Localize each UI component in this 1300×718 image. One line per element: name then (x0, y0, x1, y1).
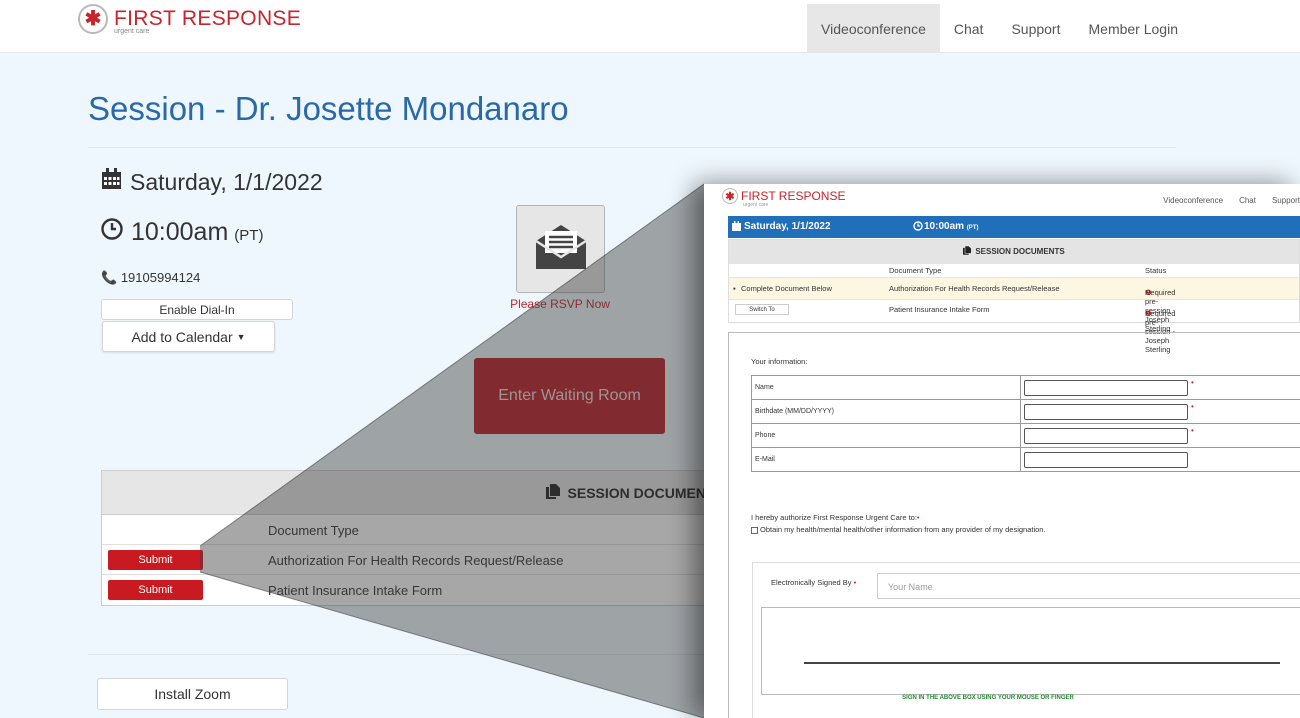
session-time: 10:00am (PT) (101, 218, 263, 247)
session-documents-title: SESSION DOCUMEN (567, 484, 706, 501)
main-nav: Videoconference Chat Support Member Logi… (807, 4, 1192, 53)
caret-down-icon: ▼ (236, 331, 246, 342)
inset-nav: Videoconference Chat Support (1147, 196, 1300, 205)
nav-videoconference[interactable]: Videoconference (807, 4, 940, 53)
inset-table-header-row: Document Type Status (729, 263, 1299, 277)
calendar-icon (732, 221, 741, 234)
name-input[interactable] (1024, 380, 1188, 396)
table-row: Submit Authorization For Health Records … (102, 545, 720, 575)
add-to-calendar-button[interactable]: Add to Calendar ▼ (102, 321, 275, 352)
signed-by-label: Electronically Signed By • (771, 578, 857, 587)
field-label: E-Mail (751, 447, 1021, 472)
required-marker: • (1191, 378, 1194, 387)
inset-nav-chat[interactable]: Chat (1239, 196, 1256, 205)
complete-document-label: Complete Document Below (741, 284, 832, 293)
brand-name: FIRST RESPONSE (114, 7, 302, 30)
inset-col-status: Status (1145, 266, 1167, 275)
email-input[interactable] (1024, 452, 1188, 468)
enter-waiting-room-button[interactable]: Enter Waiting Room (474, 358, 665, 434)
star-of-life-icon: ✱ (78, 4, 108, 34)
add-to-calendar-label: Add to Calendar (131, 328, 233, 345)
inset-time: 10:00am (PT) (924, 221, 979, 232)
dial-in-phone: 📞 19105994124 (101, 270, 200, 286)
col-document-type: Document Type (268, 523, 359, 538)
inset-nav-support[interactable]: Support (1272, 196, 1300, 205)
authorize-option: Obtain my health/mental health/other inf… (751, 525, 1046, 534)
clock-icon (101, 218, 123, 247)
calendar-icon (101, 168, 122, 196)
clock-icon (913, 221, 923, 234)
inset-session-bar: Saturday, 1/1/2022 10:00am (PT) (728, 216, 1300, 238)
document-icon (963, 246, 972, 257)
inset-nav-videoconference[interactable]: Videoconference (1163, 196, 1223, 205)
your-information-label: Your information: (751, 357, 808, 366)
document-icon (545, 483, 560, 502)
rsvp-button[interactable] (516, 205, 605, 293)
document-type-cell: Authorization For Health Records Request… (889, 284, 1060, 293)
submit-button[interactable]: Submit (108, 550, 203, 570)
field-label: Birthdate (MM/DD/YYYY) (751, 399, 1021, 424)
required-marker: • (1191, 426, 1194, 435)
signature-hint: SIGN IN THE ABOVE BOX USING YOUR MOUSE O… (902, 695, 1074, 701)
authorize-statement: I hereby authorize First Response Urgent… (751, 513, 920, 522)
table-row: Switch To Patient Insurance Intake Form … (729, 299, 1299, 354)
zoomed-form-preview: ✱ FIRST RESPONSE urgent care Videoconfer… (704, 184, 1300, 718)
required-marker: • (1191, 402, 1194, 411)
session-documents-header: SESSION DOCUMEN (102, 471, 720, 515)
signature-name-input[interactable]: Your Name (877, 573, 1300, 599)
inset-documents-table: SESSION DOCUMENTS Document Type Status ▪… (728, 239, 1300, 354)
document-type-cell: Patient Insurance Intake Form (268, 583, 443, 598)
rsvp-label[interactable]: Please RSVP Now (504, 297, 616, 311)
page-title: Session - Dr. Josette Mondanaro (88, 90, 569, 127)
nav-support[interactable]: Support (997, 4, 1074, 53)
inset-col-document-type: Document Type (889, 266, 942, 275)
phone-input[interactable] (1024, 428, 1188, 444)
submit-button[interactable]: Submit (108, 580, 203, 600)
date-text: Saturday, 1/1/2022 (130, 168, 323, 195)
signature-baseline (804, 662, 1280, 664)
session-documents-table: SESSION DOCUMEN Document Type Submit Aut… (101, 470, 721, 606)
signature-section: Electronically Signed By • Your Name SIG… (752, 562, 1300, 718)
signature-pad[interactable] (761, 607, 1300, 695)
table-row: ▪ Complete Document Below Authorization … (729, 277, 1299, 333)
phone-number: 19105994124 (120, 270, 201, 285)
inset-brand-sub: urgent care (743, 202, 769, 208)
envelope-icon (534, 223, 588, 276)
star-of-life-icon: ✱ (722, 188, 738, 204)
table-row: Submit Patient Insurance Intake Form (102, 575, 720, 605)
top-navbar: ✱ FIRST RESPONSE urgent care Videoconfer… (0, 0, 1300, 53)
birthdate-input[interactable] (1024, 404, 1188, 420)
nav-chat[interactable]: Chat (940, 4, 998, 53)
table-header-row: Document Type (102, 515, 720, 545)
inset-documents-header: SESSION DOCUMENTS (729, 240, 1299, 263)
timezone: (PT) (234, 227, 264, 244)
switch-to-button[interactable]: Switch To (735, 304, 789, 315)
session-date: Saturday, 1/1/2022 (101, 168, 323, 196)
document-type-cell: Patient Insurance Intake Form (889, 305, 990, 314)
inset-date: Saturday, 1/1/2022 (744, 221, 831, 232)
inset-brand-logo: ✱ FIRST RESPONSE urgent care (722, 188, 846, 208)
divider (88, 147, 1176, 148)
document-type-cell: Authorization For Health Records Request… (268, 553, 564, 568)
nav-member-login[interactable]: Member Login (1075, 4, 1193, 53)
enable-dial-in-button[interactable]: Enable Dial-In (101, 299, 293, 320)
inset-documents-title: SESSION DOCUMENTS (975, 247, 1065, 256)
field-label: Phone (751, 423, 1021, 448)
phone-icon: 📞 (101, 270, 118, 285)
time-text: 10:00am (131, 218, 229, 246)
authorize-checkbox[interactable] (751, 526, 758, 534)
brand-sub: urgent care (114, 28, 150, 35)
brand-logo[interactable]: ✱ FIRST RESPONSE urgent care (78, 4, 302, 35)
your-information-table: Name • Birthdate (MM/DD/YYYY) • Phone • … (751, 375, 1300, 472)
field-label: Name (751, 375, 1021, 400)
document-icon: ▪ (733, 284, 736, 293)
inset-brand-name: FIRST RESPONSE (741, 189, 846, 203)
install-zoom-button[interactable]: Install Zoom (97, 678, 288, 710)
